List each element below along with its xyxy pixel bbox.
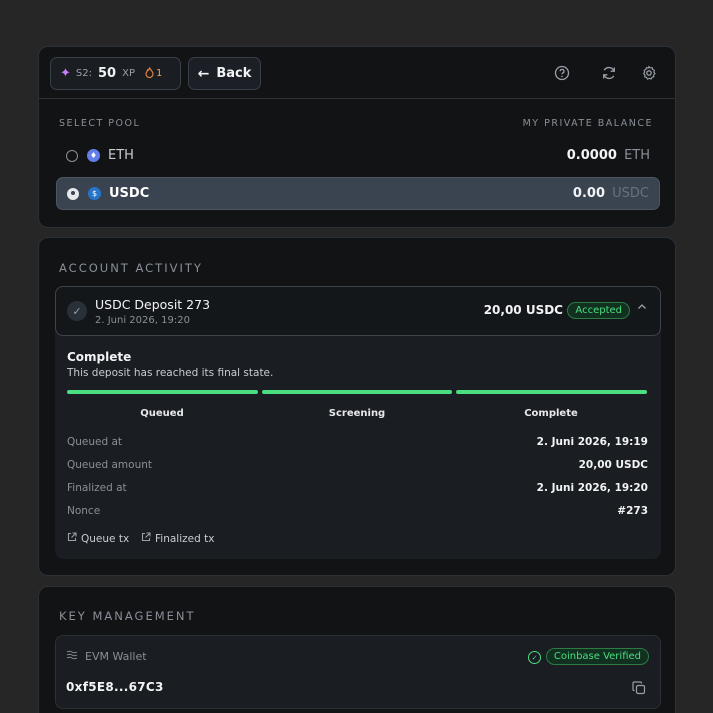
account-activity-panel: ACCOUNT ACTIVITY ✓ USDC Deposit 273 2. J…	[38, 237, 676, 576]
detail-value: 20,00 USDC	[578, 459, 648, 471]
help-icon[interactable]	[553, 64, 571, 82]
pool-name: USDC	[109, 186, 150, 201]
balance-value: 0.0000	[566, 148, 617, 163]
detail-label: Finalized at	[67, 482, 127, 494]
back-label: Back	[216, 66, 252, 81]
progress-segment	[261, 390, 453, 394]
toolbar: ✦ S2: 50 XP 1 ← Back	[39, 47, 675, 99]
verified-check-icon: ✓	[528, 651, 541, 664]
eth-icon: ♦	[87, 149, 100, 162]
detail-value: 2. Juni 2026, 19:19	[536, 436, 648, 448]
section-title: ACCOUNT ACTIVITY	[59, 261, 203, 275]
balance-value: 0.00	[572, 186, 605, 201]
sparkle-icon: ✦	[60, 66, 71, 81]
private-balance-label: MY PRIVATE BALANCE	[522, 118, 653, 129]
xp-unit: XP	[122, 68, 135, 79]
select-pool-label: SELECT POOL	[59, 118, 141, 129]
progress-segment	[67, 390, 258, 394]
queue-tx-link[interactable]: Queue tx	[67, 532, 129, 545]
activity-date: 2. Juni 2026, 19:20	[95, 315, 190, 326]
pool-balance: 0.00 USDC	[573, 186, 649, 201]
section-title: KEY MANAGEMENT	[59, 609, 196, 623]
radio-button[interactable]	[67, 187, 79, 200]
refresh-icon[interactable]	[600, 64, 618, 82]
status-title: Complete	[67, 350, 132, 364]
wallet-address: 0xf5E8...67C3	[66, 680, 164, 694]
detail-label: Queued at	[67, 436, 123, 448]
copy-icon[interactable]	[632, 680, 646, 695]
status-description: This deposit has reached its final state…	[67, 367, 274, 379]
wallet-card: EVM Wallet ✓ Coinbase Verified 0xf5E8...…	[55, 635, 661, 709]
link-label: Finalized tx	[155, 532, 215, 545]
check-icon: ✓	[67, 301, 87, 321]
pool-name: ETH	[108, 148, 134, 163]
progress-segment	[456, 390, 648, 394]
activity-item: ✓ USDC Deposit 273 2. Juni 2026, 19:20 2…	[55, 286, 661, 559]
wallet-label: EVM Wallet	[66, 650, 147, 663]
activity-title: USDC Deposit 273	[95, 297, 211, 312]
radio-button[interactable]	[66, 149, 78, 162]
detail-value: 2. Juni 2026, 19:20	[536, 482, 648, 494]
xp-value: 50	[98, 66, 117, 81]
detail-label: Queued amount	[67, 459, 153, 471]
detail-label: Nonce	[67, 505, 101, 517]
gear-icon[interactable]	[640, 64, 658, 82]
activity-amount: 20,00 USDC	[483, 303, 563, 317]
external-link-icon	[141, 532, 151, 545]
finalized-tx-link[interactable]: Finalized tx	[141, 532, 214, 545]
wallet-name: EVM Wallet	[85, 650, 147, 663]
season-label: S2:	[75, 68, 92, 79]
pool-balance: 0.0000 ETH	[567, 148, 650, 163]
chevron-up-icon[interactable]	[637, 302, 647, 315]
step-label: Screening	[328, 408, 386, 419]
balance-currency: USDC	[612, 186, 649, 201]
flame-icon	[145, 66, 154, 81]
streak-count: 1	[155, 68, 163, 79]
wallet-icon	[66, 650, 78, 663]
link-label: Queue tx	[81, 532, 130, 545]
activity-item-header[interactable]: ✓ USDC Deposit 273 2. Juni 2026, 19:20 2…	[55, 286, 661, 336]
pool-option-eth[interactable]: ♦ ETH 0.0000 ETH	[56, 139, 660, 172]
xp-chip[interactable]: ✦ S2: 50 XP 1	[50, 57, 181, 90]
progress-bar	[67, 390, 648, 395]
usdc-icon: $	[88, 187, 101, 200]
balance-currency: ETH	[624, 148, 650, 163]
status-badge: Accepted	[567, 302, 630, 319]
detail-value: #273	[617, 505, 648, 517]
external-link-icon	[67, 532, 77, 545]
arrow-left-icon: ←	[197, 65, 210, 82]
verified-badge: Coinbase Verified	[545, 648, 649, 665]
step-label: Complete	[524, 408, 578, 419]
step-label: Queued	[140, 408, 184, 419]
key-management-panel: KEY MANAGEMENT EVM Wallet ✓ Coinbase Ver…	[38, 586, 676, 713]
pool-panel: ✦ S2: 50 XP 1 ← Back SELECT POOL MY PRIV…	[38, 46, 676, 228]
back-button[interactable]: ← Back	[188, 57, 261, 90]
pool-option-usdc[interactable]: $ USDC 0.00 USDC	[56, 177, 660, 210]
